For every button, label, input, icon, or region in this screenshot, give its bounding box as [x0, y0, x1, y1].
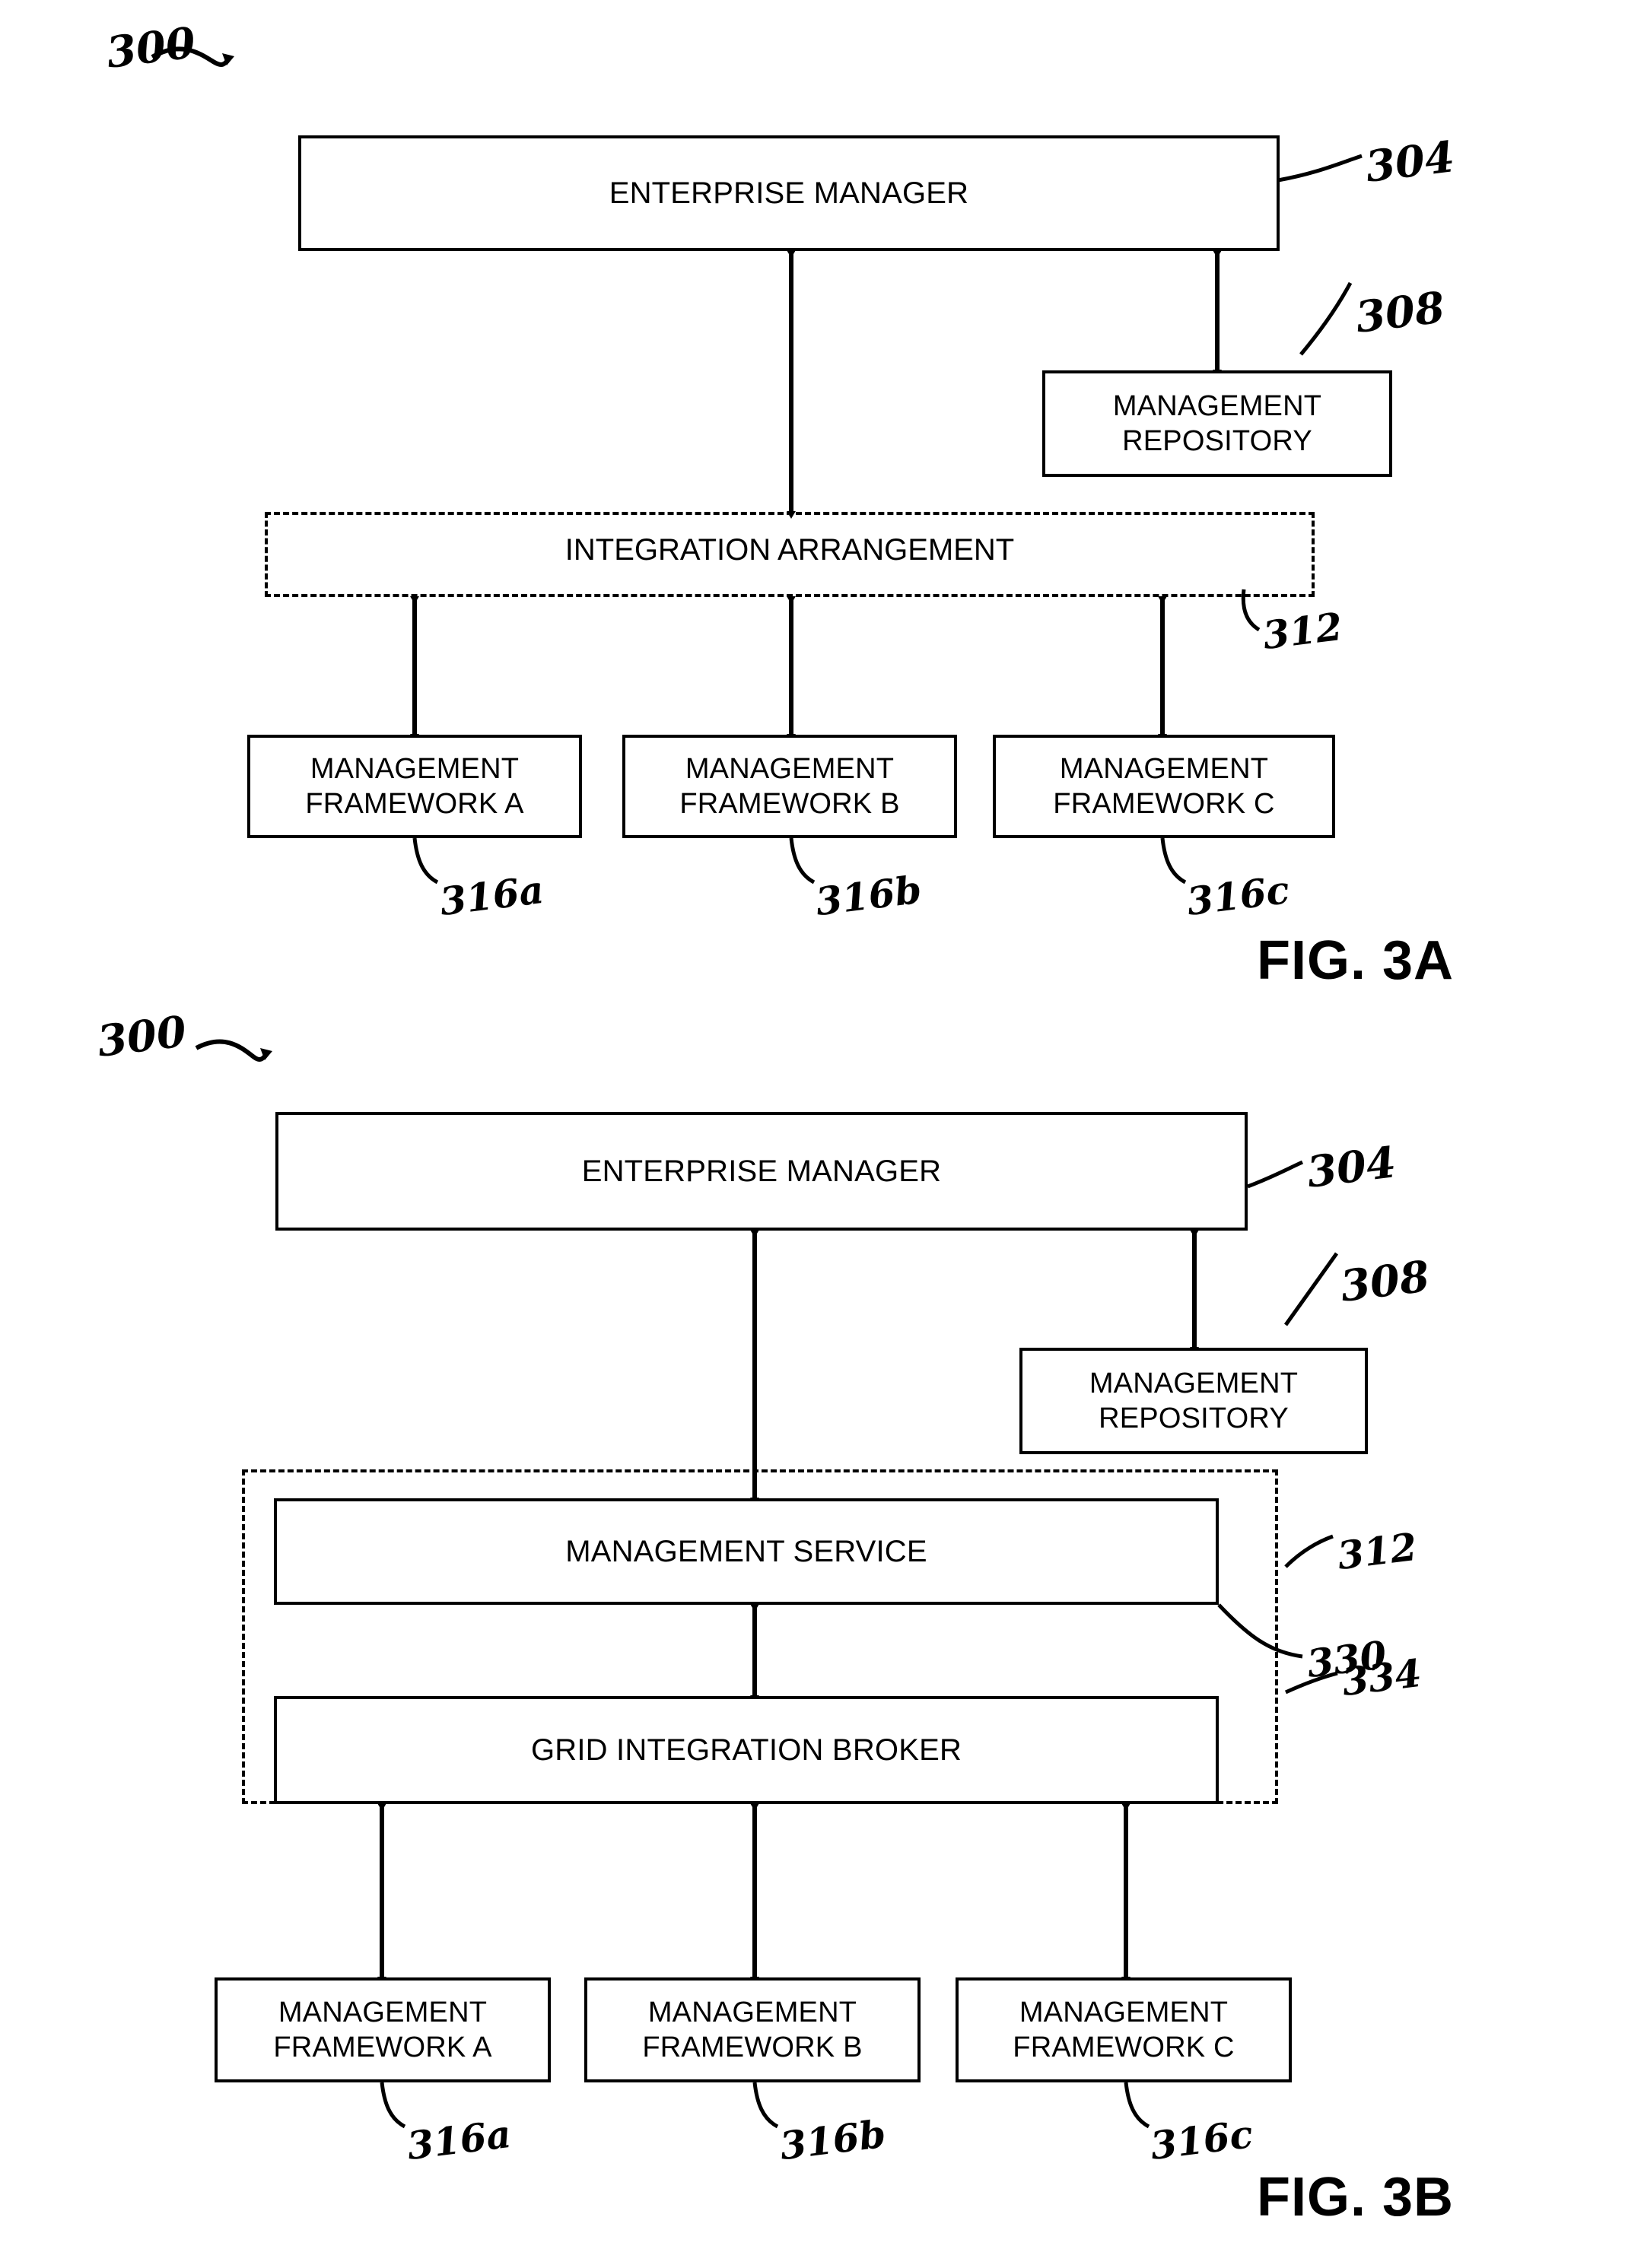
leader-308-3b: [1283, 1252, 1339, 1326]
drawing-sheet: 300 ENTERPRISE MANAGER 304 MANAGEMENT RE…: [0, 0, 1625, 2268]
grid-integration-broker-label-3b: GRID INTEGRATION BROKER: [530, 1733, 962, 1767]
reference-numeral-316c-fig3a: 316c: [1184, 867, 1292, 924]
management-framework-c-box-3b[interactable]: MANAGEMENT FRAMEWORK C: [956, 1977, 1292, 2082]
management-repository-box-3a[interactable]: MANAGEMENT REPOSITORY: [1042, 370, 1392, 477]
reference-numeral-300-fig3a: 300: [103, 17, 199, 78]
leader-300-3b: [195, 1039, 269, 1062]
reference-numeral-308-fig3b: 308: [1337, 1251, 1433, 1312]
leader-300-arrowhead-3b: [260, 1048, 272, 1060]
reference-numeral-312-fig3a: 312: [1260, 603, 1345, 659]
management-framework-b-box-3b[interactable]: MANAGEMENT FRAMEWORK B: [584, 1977, 921, 2082]
reference-numeral-304-fig3a: 304: [1363, 132, 1458, 192]
management-framework-a-label-3a: MANAGEMENT FRAMEWORK A: [305, 752, 524, 820]
leader-316c-3a: [1160, 837, 1187, 885]
enterprise-manager-label-3b: ENTERPRISE MANAGER: [581, 1154, 942, 1188]
management-framework-c-box-3a[interactable]: MANAGEMENT FRAMEWORK C: [993, 735, 1335, 838]
reference-numeral-304-fig3b: 304: [1304, 1137, 1399, 1198]
management-repository-label-3a: MANAGEMENT REPOSITORY: [1112, 389, 1322, 457]
management-framework-c-label-3a: MANAGEMENT FRAMEWORK C: [1053, 752, 1275, 820]
reference-numeral-334-fig3b: 334: [1339, 1650, 1424, 1705]
leader-300-arrowhead-3a: [222, 53, 234, 65]
leader-304-3a: [1277, 154, 1363, 183]
enterprise-manager-box-3a[interactable]: ENTERPRISE MANAGER: [298, 135, 1280, 251]
reference-numeral-316b-fig3a: 316b: [813, 866, 924, 925]
management-service-label-3b: MANAGEMENT SERVICE: [565, 1534, 927, 1568]
management-framework-b-label-3b: MANAGEMENT FRAMEWORK B: [642, 1996, 863, 2063]
management-framework-a-box-3a[interactable]: MANAGEMENT FRAMEWORK A: [247, 735, 582, 838]
reference-numeral-316a-fig3b: 316a: [404, 2111, 514, 2169]
management-repository-box-3b[interactable]: MANAGEMENT REPOSITORY: [1019, 1348, 1368, 1454]
leader-316b-3a: [789, 837, 816, 885]
management-framework-a-box-3b[interactable]: MANAGEMENT FRAMEWORK A: [215, 1977, 551, 2082]
reference-numeral-316a-fig3a: 316a: [437, 866, 546, 925]
reference-numeral-312-fig3b: 312: [1334, 1523, 1420, 1579]
enterprise-manager-label-3a: ENTERPRISE MANAGER: [609, 176, 969, 210]
reference-numeral-316b-fig3b: 316b: [777, 2111, 889, 2169]
leader-304-3b: [1247, 1160, 1304, 1189]
enterprise-manager-box-3b[interactable]: ENTERPRISE MANAGER: [275, 1112, 1248, 1231]
leader-316b-3b: [752, 2082, 779, 2129]
integration-arrangement-label-3a: INTEGRATION ARRANGEMENT: [564, 533, 1015, 567]
leader-312-3b: [1284, 1534, 1334, 1568]
leader-316a-3b: [380, 2082, 406, 2129]
management-framework-a-label-3b: MANAGEMENT FRAMEWORK A: [273, 1996, 492, 2063]
leader-316a-3a: [412, 837, 439, 885]
leader-308-3a: [1299, 281, 1353, 356]
management-framework-b-box-3a[interactable]: MANAGEMENT FRAMEWORK B: [622, 735, 957, 838]
figure-caption-3b: FIG. 3B: [1257, 2167, 1455, 2228]
grid-integration-broker-box-3b[interactable]: GRID INTEGRATION BROKER: [274, 1696, 1219, 1804]
reference-numeral-308-fig3a: 308: [1353, 282, 1448, 343]
management-service-box-3b[interactable]: MANAGEMENT SERVICE: [274, 1498, 1219, 1605]
management-repository-label-3b: MANAGEMENT REPOSITORY: [1089, 1367, 1299, 1434]
reference-numeral-316c-fig3b: 316c: [1147, 2111, 1255, 2168]
leader-316c-3b: [1124, 2082, 1150, 2129]
management-framework-b-label-3a: MANAGEMENT FRAMEWORK B: [679, 752, 900, 820]
figure-caption-3a: FIG. 3A: [1257, 930, 1455, 991]
management-framework-c-label-3b: MANAGEMENT FRAMEWORK C: [1013, 1996, 1235, 2063]
reference-numeral-300-fig3b: 300: [94, 1006, 189, 1067]
